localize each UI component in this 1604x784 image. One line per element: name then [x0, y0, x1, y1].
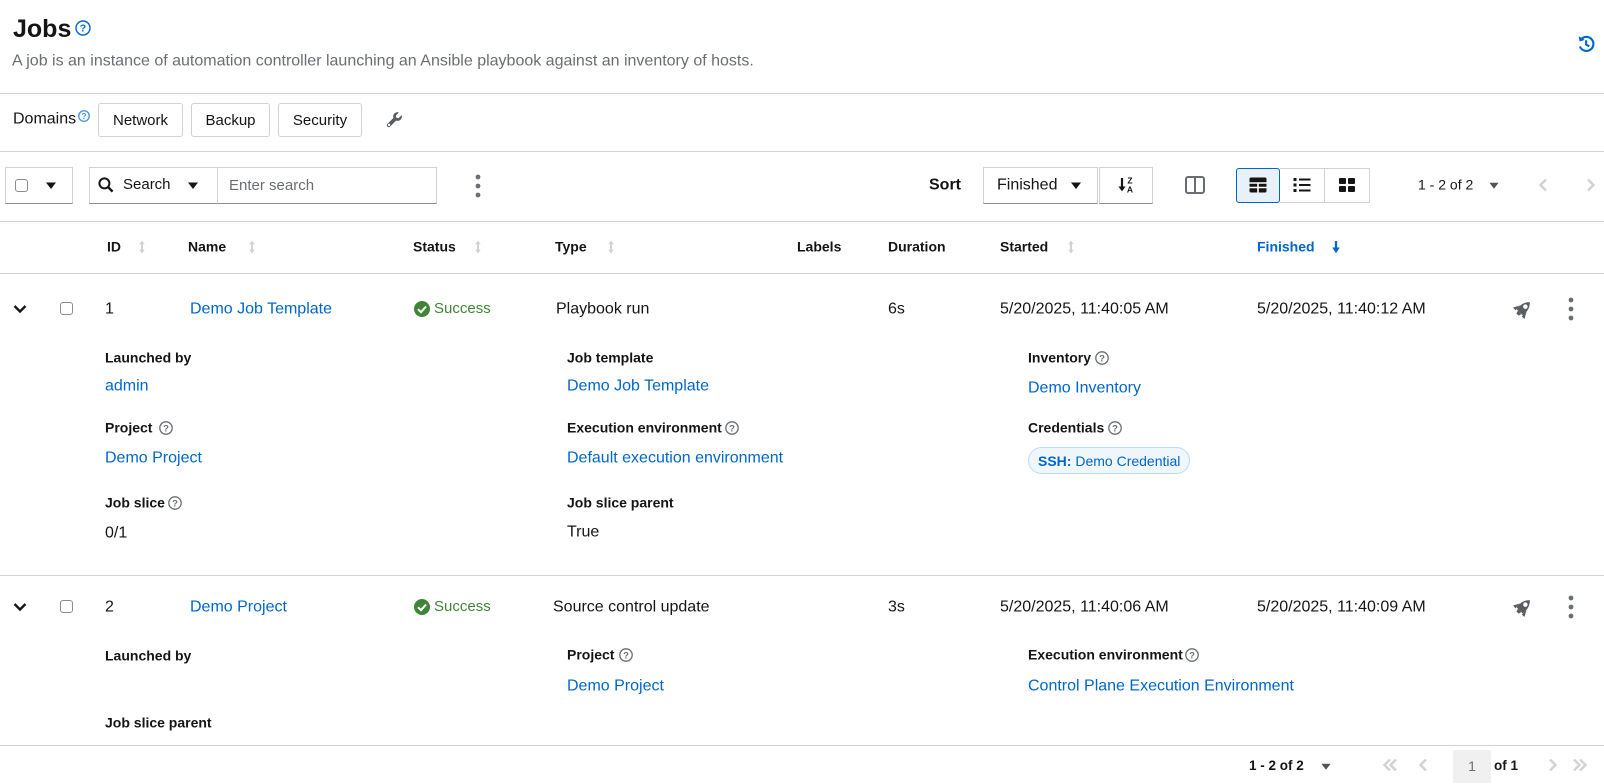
svg-text:A: A	[1127, 185, 1133, 195]
svg-text:?: ?	[81, 112, 86, 121]
svg-text:?: ?	[80, 23, 86, 35]
